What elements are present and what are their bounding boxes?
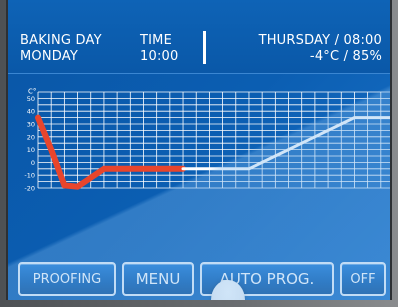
y-tick-label: 20: [27, 133, 35, 141]
temperature-chart-svg: C°50403020100-10-20: [24, 87, 390, 193]
touch-screen: BAKING DAY MONDAY TIME 10:00 THURSDAY / …: [6, 0, 392, 300]
baking-day-value: MONDAY: [20, 49, 78, 64]
baking-day-block: BAKING DAY MONDAY: [20, 33, 102, 65]
proofing-button[interactable]: PROOFING: [18, 262, 116, 296]
baking-day-label: BAKING DAY: [20, 33, 102, 48]
current-date-time: THURSDAY / 08:00: [258, 33, 382, 48]
current-status-block: THURSDAY / 08:00 -4°C / 85%: [259, 33, 382, 65]
y-tick-label: 0: [31, 159, 35, 167]
time-value: 10:00: [140, 49, 179, 64]
y-tick-label: 10: [27, 146, 35, 154]
menu-button[interactable]: MENU: [122, 262, 194, 296]
off-button[interactable]: OFF: [340, 262, 386, 296]
temperature-chart: C° 50 40 30 20 10 0 -10 -20: [8, 86, 390, 196]
y-tick-label: 30: [27, 121, 35, 129]
climate-readout: -4°C / 85%: [309, 49, 382, 64]
time-label: TIME: [140, 33, 173, 48]
y-tick-label: -10: [24, 172, 35, 180]
header-divider: [203, 31, 206, 64]
button-bar: PROOFING MENU AUTO PROG. OFF: [8, 262, 390, 296]
y-tick-label: 50: [27, 95, 35, 103]
time-block: TIME 10:00: [140, 33, 178, 65]
status-header: BAKING DAY MONDAY TIME 10:00 THURSDAY / …: [8, 0, 390, 74]
y-tick-label: 40: [27, 108, 35, 116]
series-line-elapsed: [35, 114, 186, 190]
y-tick-label: -20: [24, 185, 35, 193]
